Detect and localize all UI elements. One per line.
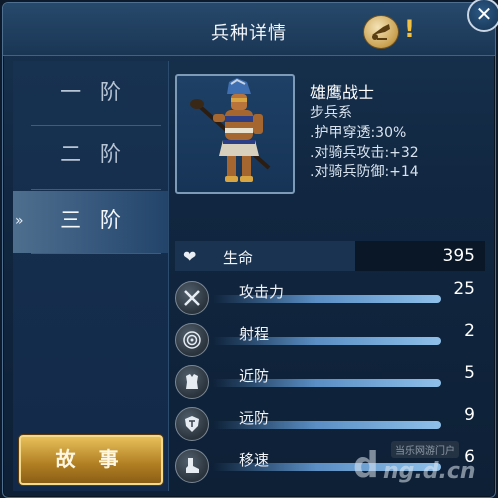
hp-stat-row: ❤ 生命 395: [175, 241, 485, 271]
unit-type: 步兵系: [310, 105, 352, 121]
stat-label: 攻击力: [239, 283, 285, 301]
unit-bonus: .对骑兵攻击:+32: [310, 145, 419, 161]
stat-label: 移速: [239, 451, 270, 469]
unit-detail-window: 兵种详情 ! 一 阶 二 阶 » 三 阶 故 事 雄鹰战士 步兵系 .护甲穿透:…: [2, 2, 496, 498]
site-watermark: d 当乐网游门户 ng.d.cn: [343, 439, 493, 495]
hp-value: 395: [442, 246, 475, 266]
watermark-top-text: 当乐网游门户: [391, 441, 459, 458]
header-bar: 兵种详情 !: [3, 3, 495, 56]
stat-value: 9: [464, 405, 475, 425]
stat-value: 5: [464, 363, 475, 383]
unit-bonus: .护甲穿透:30%: [310, 125, 407, 141]
stat-value: 2: [464, 321, 475, 341]
tab-divider: [31, 253, 161, 254]
boot-icon: [175, 449, 209, 483]
watermark-main-text: ng.d.cn: [383, 459, 476, 484]
tab-tier-2[interactable]: 二 阶: [27, 123, 160, 185]
eagle-warrior-figure: [190, 78, 271, 182]
stat-label: 远防: [239, 409, 270, 427]
stat-value: 25: [453, 279, 475, 299]
help-exclamation: !: [404, 15, 415, 43]
unit-bonus: .对骑兵防御:+14: [310, 164, 419, 180]
stat-row-attack: 攻击力 25: [175, 279, 485, 321]
stat-row-melee-defense: 近防 5: [175, 363, 485, 405]
unit-portrait: [175, 74, 295, 194]
trumpet-icon: [372, 24, 390, 40]
window-title: 兵种详情: [211, 23, 287, 44]
close-button[interactable]: ✕: [467, 0, 498, 32]
story-button[interactable]: 故 事: [19, 435, 163, 485]
help-button[interactable]: [363, 15, 399, 49]
heart-icon: ❤: [183, 247, 197, 266]
armor-icon: [175, 365, 209, 399]
stat-label: 近防: [239, 367, 270, 385]
unit-name: 雄鹰战士: [310, 83, 375, 102]
stat-label: 射程: [239, 325, 270, 343]
crossed-swords-icon: [175, 281, 209, 315]
tier-tabs: 一 阶 二 阶 » 三 阶: [13, 61, 169, 491]
tab-tier-1[interactable]: 一 阶: [27, 61, 160, 123]
stat-row-range: 射程 2: [175, 321, 485, 363]
tab-tier-3[interactable]: 三 阶: [27, 189, 160, 251]
hp-label: 生命: [223, 249, 254, 267]
shield-icon: [175, 407, 209, 441]
chevron-right-icon: »: [15, 213, 24, 229]
target-icon: [175, 323, 209, 357]
watermark-logo: d: [353, 445, 379, 486]
